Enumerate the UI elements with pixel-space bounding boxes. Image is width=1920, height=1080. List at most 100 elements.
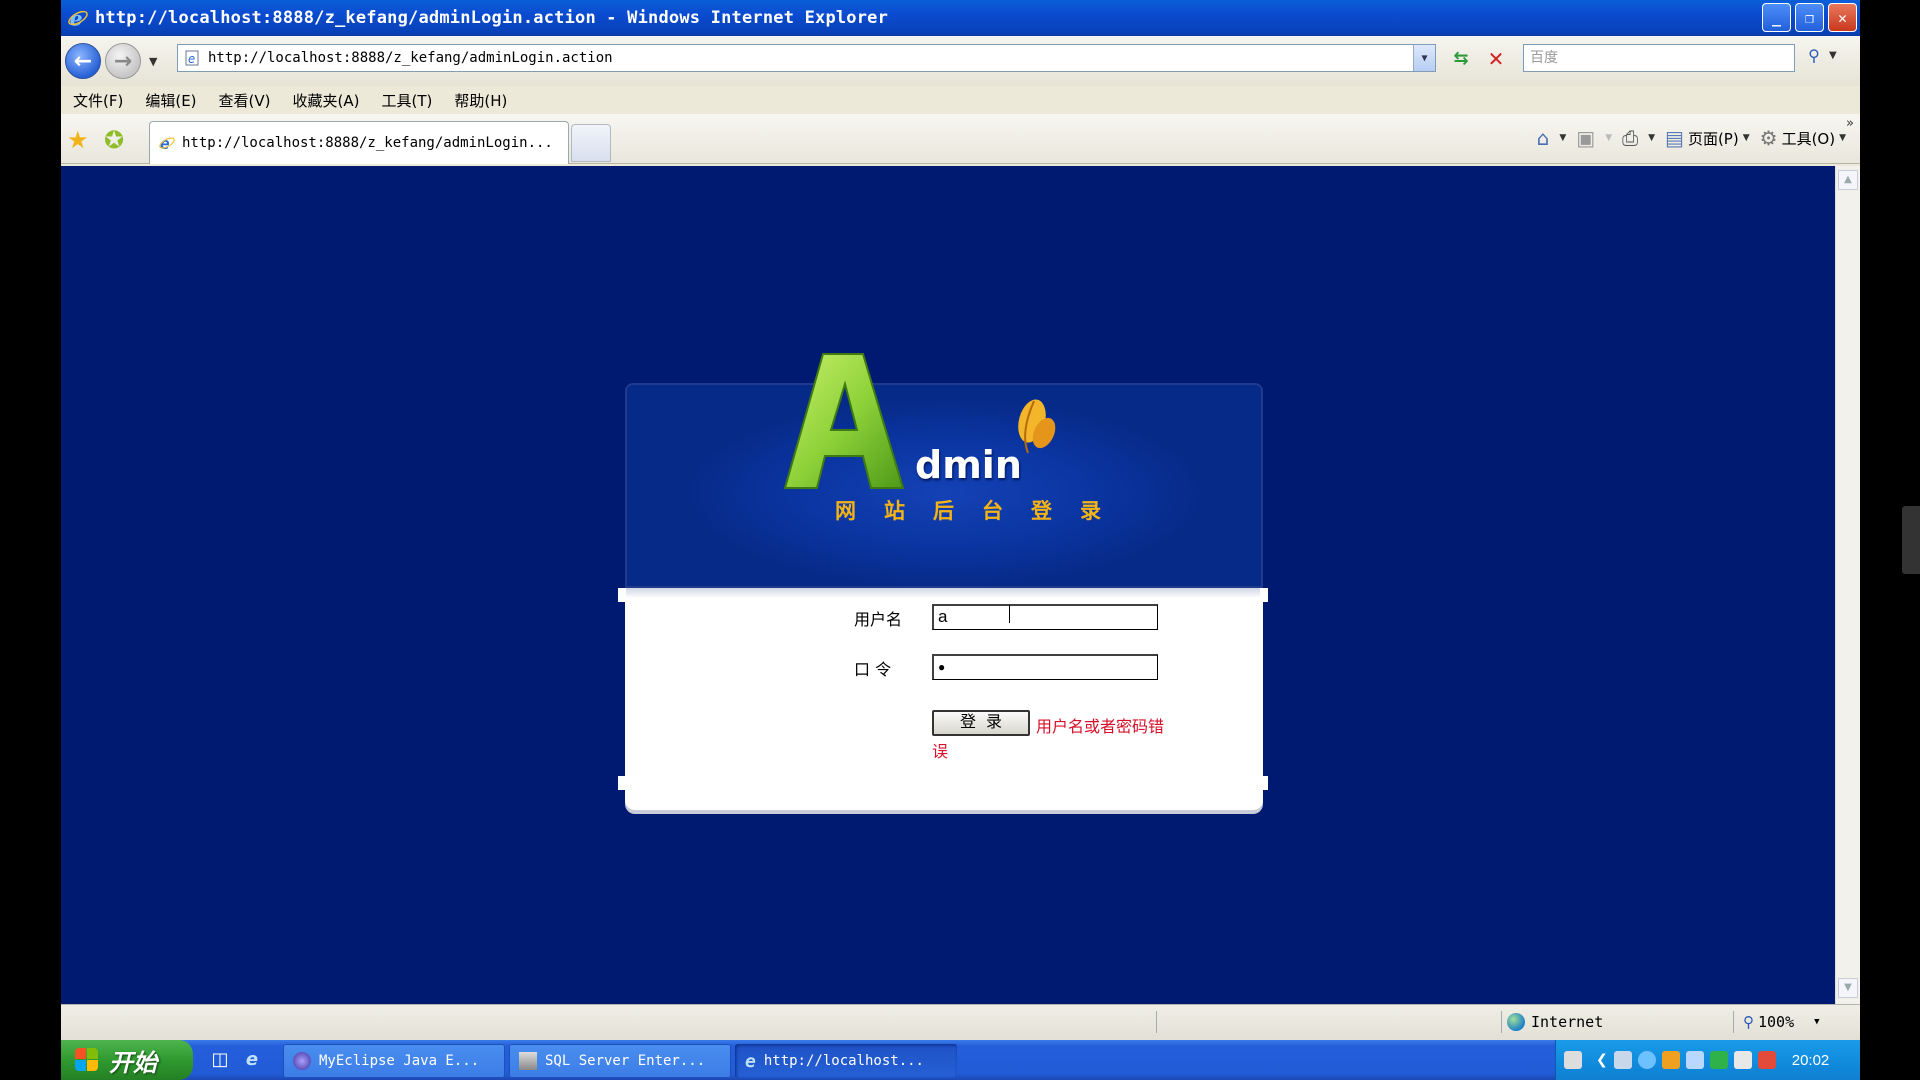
- taskbar-item-ie[interactable]: e http://localhost...: [735, 1044, 957, 1078]
- address-url: http://localhost:8888/z_kefang/adminLogi…: [208, 50, 613, 66]
- minimize-button[interactable]: _: [1762, 3, 1791, 32]
- messenger-icon[interactable]: [1661, 1051, 1680, 1069]
- address-dropdown-icon[interactable]: ▼: [1413, 45, 1435, 71]
- quicklaunch-desktop-icon[interactable]: ◫: [209, 1049, 231, 1071]
- history-dropdown-icon[interactable]: ▼: [149, 55, 157, 68]
- tray-collapse-icon[interactable]: ❮: [1596, 1052, 1608, 1068]
- tools-menu[interactable]: ⚙ 工具(O) ▼: [1760, 126, 1846, 150]
- status-bar: Internet ⚲ 100% ▼: [61, 1004, 1860, 1040]
- taskbar-item-sqlserver[interactable]: SQL Server Enter...: [509, 1044, 731, 1078]
- feeds-icon[interactable]: ▣: [1576, 126, 1595, 150]
- vertical-scrollbar[interactable]: ▲ ▼: [1835, 166, 1860, 1004]
- back-button[interactable]: ←: [65, 43, 101, 79]
- home-dropdown-icon[interactable]: ▼: [1559, 133, 1566, 143]
- tools-menu-label: 工具(O): [1781, 129, 1836, 148]
- home-icon[interactable]: ⌂: [1537, 126, 1550, 150]
- screen: e http://localhost:8888/z_kefang/adminLo…: [61, 0, 1860, 1080]
- password-label: 口 令: [854, 660, 892, 679]
- menu-view[interactable]: 查看(V): [219, 90, 271, 111]
- print-dropdown-icon[interactable]: ▼: [1648, 133, 1655, 143]
- gear-icon: ⚙: [1759, 126, 1778, 150]
- search-options-icon[interactable]: ▼: [1829, 50, 1837, 61]
- menu-edit[interactable]: 编辑(E): [145, 90, 196, 111]
- favorites-star-icon[interactable]: ★: [67, 126, 89, 154]
- menu-file[interactable]: 文件(F): [73, 90, 123, 111]
- ie-tab-icon: e: [159, 134, 175, 152]
- login-form: 用户名 a 口 令 ● 用户名或者密码错误 登录: [618, 588, 1268, 813]
- chat-icon[interactable]: [1685, 1051, 1704, 1069]
- corner-tick-right-top: [1260, 588, 1268, 602]
- eclipse-icon: [293, 1052, 311, 1070]
- security-zone[interactable]: Internet: [1507, 1013, 1603, 1031]
- security-shield-icon[interactable]: [1733, 1051, 1752, 1069]
- search-input[interactable]: 百度: [1523, 44, 1795, 72]
- stop-icon[interactable]: ✕: [1483, 46, 1509, 72]
- web-globe-icon[interactable]: [1637, 1051, 1656, 1069]
- corner-tick-left-top: [618, 588, 626, 602]
- start-button[interactable]: 开始: [61, 1040, 193, 1080]
- print-icon[interactable]: ⎙: [1622, 126, 1638, 150]
- system-tray: ❮ 20:02: [1555, 1040, 1860, 1080]
- zoom-dropdown-icon: ▼: [1814, 1017, 1820, 1027]
- zoom-level: 100%: [1758, 1013, 1795, 1031]
- tab-current[interactable]: e http://localhost:8888/z_kefang/adminLo…: [149, 121, 569, 164]
- login-banner: A dmin 网站后台登录: [625, 353, 1263, 588]
- butterfly-icon: [1018, 399, 1056, 454]
- new-tab-button[interactable]: [571, 124, 611, 162]
- corner-tick-left-bottom: [618, 776, 626, 790]
- ie-icon: e: [745, 1050, 756, 1072]
- tab-label: http://localhost:8888/z_kefang/adminLogi…: [182, 135, 553, 151]
- scroll-up-icon[interactable]: ▲: [1838, 170, 1858, 190]
- page-content: A dmin 网站后台登录 用户名 a: [61, 166, 1835, 1004]
- clock: 20:02: [1791, 1051, 1830, 1069]
- taskbar-item-label: MyEclipse Java E...: [319, 1053, 480, 1069]
- login-subtitle: 网站后台登录: [835, 499, 1129, 523]
- tab-bar: ★ ✪ e http://localhost:8888/z_kefang/adm…: [61, 114, 1860, 164]
- password-input[interactable]: ●: [932, 654, 1158, 680]
- antivirus-icon[interactable]: [1757, 1051, 1776, 1069]
- page-menu[interactable]: ▤ 页面(P) ▼: [1665, 126, 1750, 150]
- forward-button[interactable]: →: [105, 43, 141, 79]
- maximize-button[interactable]: ❐: [1795, 3, 1824, 32]
- menu-help[interactable]: 帮助(H): [454, 90, 507, 111]
- corner-tick-right-bottom: [1260, 776, 1268, 790]
- status-separator: [1733, 1011, 1734, 1033]
- globe-icon: [1507, 1013, 1525, 1031]
- username-input[interactable]: a: [932, 604, 1158, 630]
- page-dropdown-icon: ▼: [1742, 133, 1750, 143]
- text-cursor-icon: [1009, 605, 1011, 623]
- close-button[interactable]: ✕: [1828, 3, 1857, 32]
- quicklaunch-ie-icon[interactable]: e: [241, 1049, 263, 1071]
- menu-tools[interactable]: 工具(T): [381, 90, 432, 111]
- windows-flag-icon: [75, 1048, 99, 1072]
- page-menu-icon: ▤: [1665, 126, 1684, 150]
- keyboard-icon[interactable]: [1564, 1051, 1582, 1069]
- command-bar: ⌂ ▼ ▣ ▼ ⎙ ▼ ▤ 页面(P) ▼ ⚙ 工具(O) ▼: [1537, 126, 1846, 150]
- zoom-control[interactable]: ⚲ 100% ▼: [1743, 1013, 1820, 1031]
- login-button[interactable]: 登录: [932, 710, 1030, 736]
- more-commands-icon[interactable]: »: [1846, 116, 1854, 131]
- side-panel-handle[interactable]: [1902, 506, 1920, 574]
- scroll-down-icon[interactable]: ▼: [1838, 978, 1858, 998]
- start-label: 开始: [109, 1048, 157, 1077]
- window-title-bar[interactable]: e http://localhost:8888/z_kefang/adminLo…: [61, 0, 1860, 36]
- page-menu-label: 页面(P): [1687, 129, 1739, 148]
- refresh-icon[interactable]: ⇆: [1448, 46, 1474, 72]
- add-favorite-icon[interactable]: ✪: [104, 126, 124, 154]
- address-input[interactable]: e http://localhost:8888/z_kefang/adminLo…: [177, 44, 1436, 72]
- search-icon[interactable]: ⚲: [1803, 46, 1825, 70]
- feeds-dropdown-icon[interactable]: ▼: [1605, 133, 1612, 143]
- zoom-icon: ⚲: [1743, 1013, 1754, 1031]
- taskbar-item-label: http://localhost...: [763, 1053, 924, 1069]
- taskbar-item-myeclipse[interactable]: MyEclipse Java E...: [283, 1044, 505, 1078]
- volume-icon[interactable]: [1709, 1051, 1728, 1069]
- taskbar: 开始 ◫ e MyEclipse Java E... SQL Server En…: [61, 1040, 1860, 1080]
- window-title: http://localhost:8888/z_kefang/adminLogi…: [95, 8, 889, 28]
- ie-logo-icon: e: [68, 7, 88, 29]
- admin-logo-a-icon: A: [783, 353, 905, 489]
- window-controls: _ ❐ ✕: [1762, 3, 1857, 32]
- network-icon[interactable]: [1613, 1051, 1632, 1069]
- svg-text:e: e: [188, 52, 195, 66]
- status-separator: [1501, 1011, 1502, 1033]
- menu-favorites[interactable]: 收藏夹(A): [293, 90, 360, 111]
